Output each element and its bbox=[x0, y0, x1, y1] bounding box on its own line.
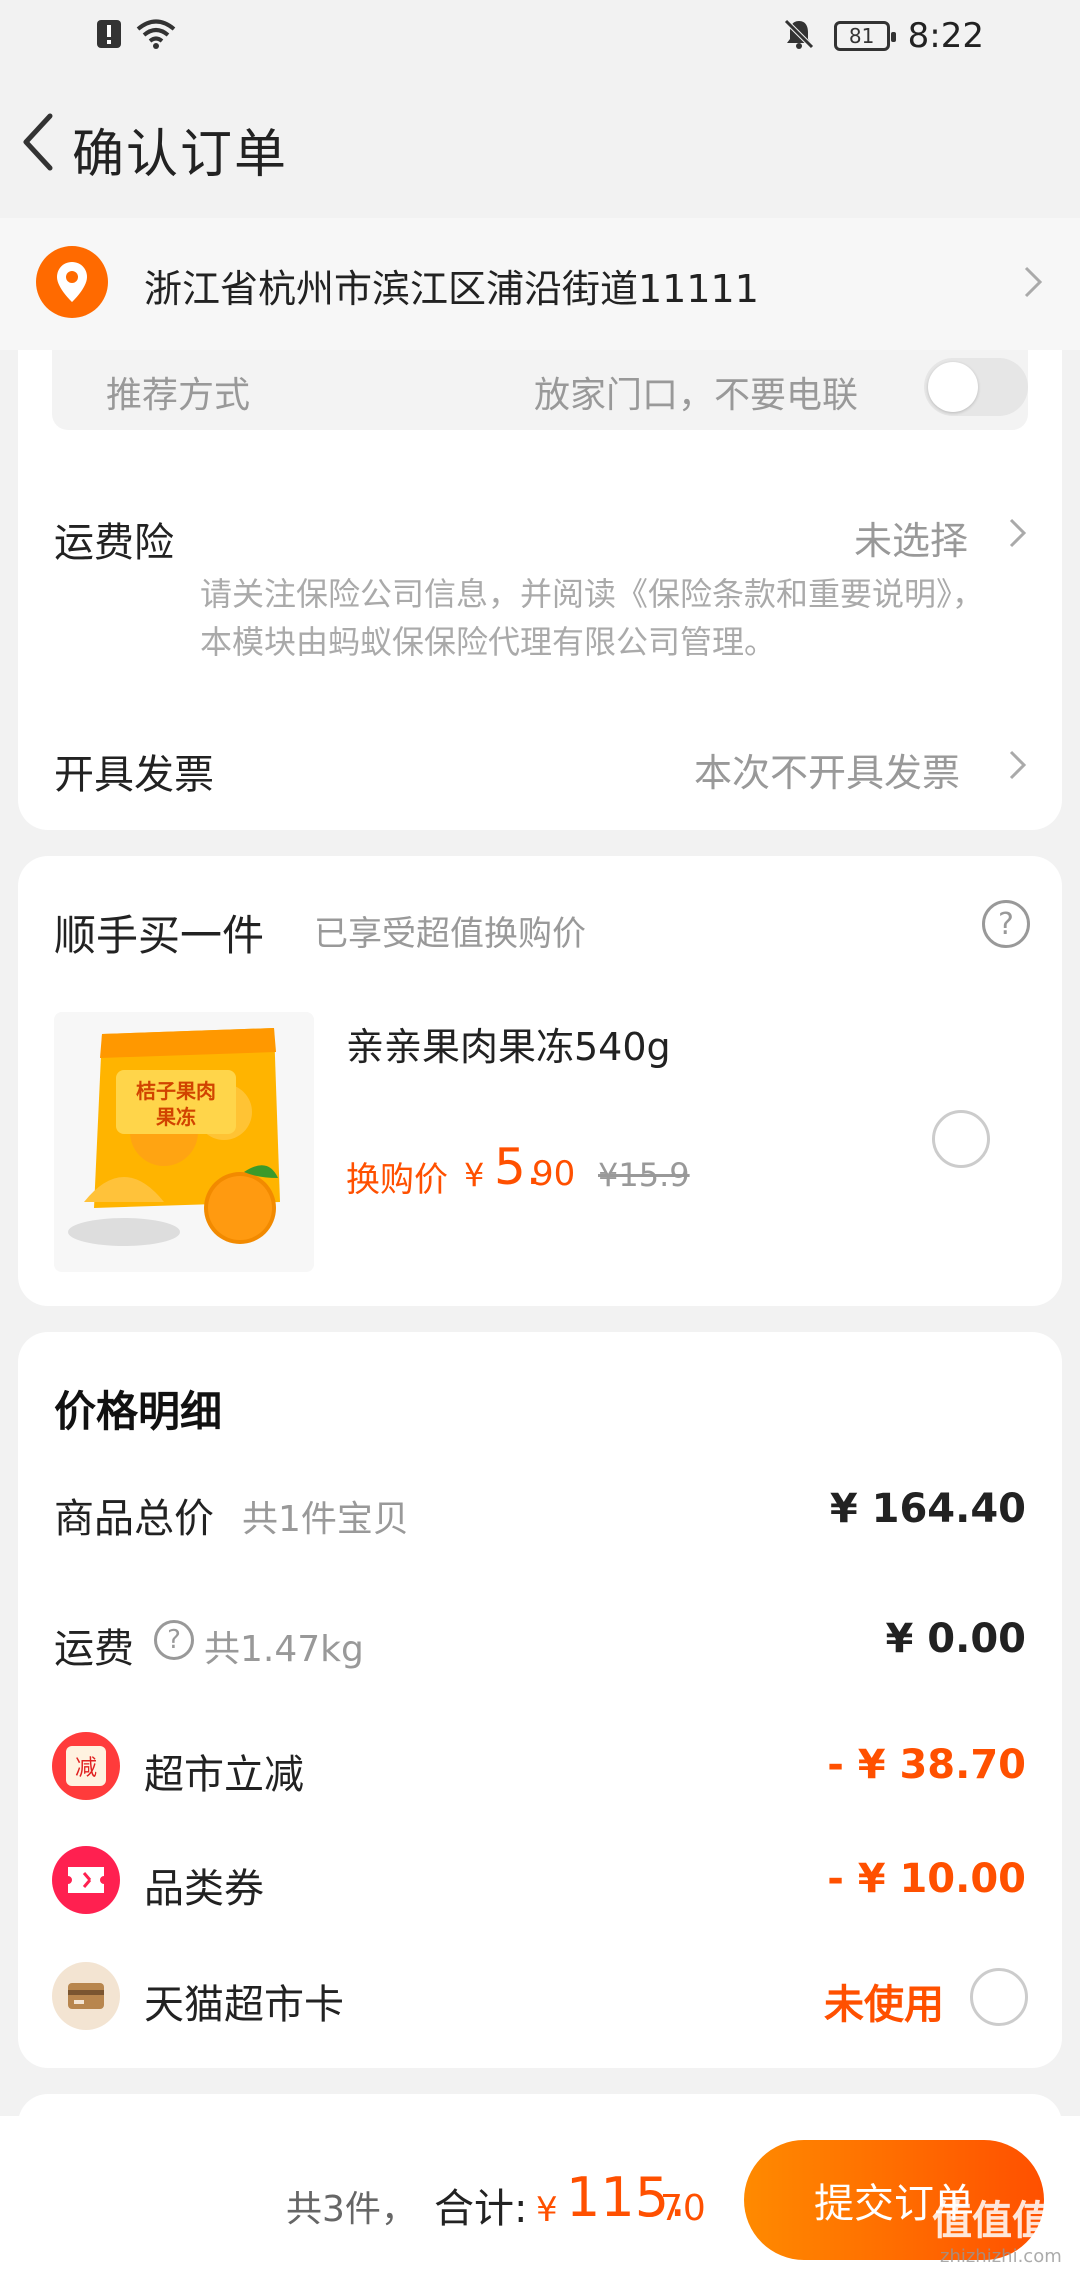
shipping-insurance-label: 运费险 bbox=[54, 520, 174, 566]
delivery-toggle[interactable] bbox=[924, 358, 1028, 416]
help-icon[interactable]: ? bbox=[982, 900, 1030, 948]
price-detail-card: 价格明细 商品总价 共1件宝贝 ¥ 164.40 运费 ? 共1.47kg ¥ … bbox=[18, 1332, 1062, 2068]
swap-price-label: 换购价 bbox=[346, 1160, 448, 1200]
add-on-title: 顺手买一件 bbox=[54, 911, 265, 960]
address-bar[interactable]: 浙江省杭州市滨江区浦沿街道11111 bbox=[0, 218, 1080, 350]
chevron-right-icon bbox=[1022, 262, 1044, 312]
invoice-label: 开具发票 bbox=[54, 752, 214, 798]
status-right: 81 8:22 bbox=[782, 16, 984, 56]
price-row-goods-total: 商品总价 共1件宝贝 ¥ 164.40 bbox=[18, 1478, 1062, 1548]
status-left bbox=[96, 18, 176, 54]
goods-total-amount: ¥ 164.40 bbox=[829, 1486, 1026, 1532]
tmall-card-label: 天猫超市卡 bbox=[144, 1982, 344, 2028]
total-currency: ¥ bbox=[536, 2190, 558, 2230]
swap-price-currency: ¥ bbox=[464, 1156, 485, 1194]
goods-total-label: 商品总价 bbox=[54, 1496, 214, 1542]
goods-total-sub: 共1件宝贝 bbox=[242, 1499, 409, 1540]
supermarket-discount-label: 超市立减 bbox=[144, 1752, 304, 1798]
total-decimal: 70 bbox=[660, 2188, 706, 2229]
total-label: 合计: bbox=[434, 2186, 528, 2232]
watermark-logo: 值值值 bbox=[932, 2198, 1052, 2244]
product-name: 亲亲果肉果冻540g bbox=[346, 1025, 671, 1069]
tmall-card-status: 未使用 bbox=[824, 1982, 944, 2028]
price-row-supermarket-discount: 减 超市立减 - ¥ 38.70 bbox=[18, 1732, 1062, 1802]
invoice-value: 本次不开具发票 bbox=[694, 751, 961, 795]
question-icon[interactable]: ? bbox=[154, 1620, 194, 1660]
page-title: 确认订单 bbox=[72, 125, 289, 185]
price-row-shipping: 运费 ? 共1.47kg ¥ 0.00 bbox=[18, 1608, 1062, 1678]
status-bar: 81 8:22 bbox=[0, 0, 1080, 72]
shipping-insurance-value: 未选择 bbox=[854, 519, 969, 563]
mute-bell-icon bbox=[782, 17, 816, 55]
back-button[interactable] bbox=[16, 110, 66, 174]
swap-price-decimal: 90 bbox=[532, 1154, 576, 1194]
price-row-tmall-card[interactable]: 天猫超市卡 未使用 bbox=[18, 1962, 1062, 2032]
wifi-icon bbox=[136, 18, 176, 54]
insurance-note: 请关注保险公司信息，并阅读《保险条款和重要说明》，本模块由蚂蚁保保险代理有限公司… bbox=[200, 575, 985, 661]
shipping-amount: ¥ 0.00 bbox=[885, 1616, 1026, 1662]
battery-level: 81 bbox=[848, 24, 875, 48]
chevron-right-icon bbox=[1008, 746, 1028, 788]
watermark-url: zhizhizhi.com bbox=[940, 2246, 1062, 2267]
clock: 8:22 bbox=[907, 16, 984, 56]
delivery-label: 推荐方式 bbox=[106, 375, 251, 416]
add-on-card: 顺手买一件 已享受超值换购价 ? 桔子果肉果冻 亲亲果肉果冻540g 换购价 ¥… bbox=[18, 856, 1062, 1306]
category-coupon-label: 品类券 bbox=[144, 1866, 264, 1912]
alert-icon bbox=[96, 19, 122, 53]
item-count: 共3件， bbox=[286, 2189, 417, 2230]
delivery-row[interactable]: 推荐方式 放家门口，不要电联 bbox=[52, 350, 1028, 430]
add-on-subtitle: 已享受超值换购价 bbox=[314, 914, 586, 954]
checkout-bar: 共3件， 合计: ¥ 115. 70 提交订单 bbox=[0, 2116, 1080, 2280]
product-image[interactable]: 桔子果肉果冻 bbox=[54, 1012, 314, 1272]
add-on-select-radio[interactable] bbox=[932, 1110, 990, 1168]
supermarket-discount-amount: - ¥ 38.70 bbox=[827, 1742, 1026, 1788]
price-detail-title: 价格明细 bbox=[54, 1387, 223, 1436]
tmall-card-radio[interactable] bbox=[970, 1968, 1028, 2026]
original-price: ¥15.9 bbox=[598, 1156, 690, 1194]
discount-badge-text: 减 bbox=[66, 1746, 106, 1786]
price-row-category-coupon[interactable]: 品类券 - ¥ 10.00 bbox=[18, 1846, 1062, 1916]
address-text: 浙江省杭州市滨江区浦沿街道11111 bbox=[144, 267, 759, 311]
shipping-insurance-row[interactable]: 运费险 未选择 bbox=[18, 500, 1062, 580]
battery-icon: 81 bbox=[833, 21, 896, 51]
card-icon bbox=[52, 1962, 120, 2030]
coupon-icon bbox=[52, 1846, 120, 1914]
location-pin-icon bbox=[36, 246, 108, 318]
invoice-row[interactable]: 开具发票 本次不开具发票 bbox=[18, 730, 1062, 810]
shipping-label: 运费 bbox=[54, 1626, 134, 1672]
delivery-value: 放家门口，不要电联 bbox=[534, 375, 859, 416]
chevron-right-icon bbox=[1008, 514, 1028, 556]
category-coupon-amount: - ¥ 10.00 bbox=[827, 1856, 1026, 1902]
shipping-weight: 共1.47kg bbox=[204, 1629, 364, 1670]
order-options-card: 推荐方式 放家门口，不要电联 运费险 未选择 请关注保险公司信息，并阅读《保险条… bbox=[18, 350, 1062, 830]
discount-icon: 减 bbox=[52, 1732, 120, 1800]
